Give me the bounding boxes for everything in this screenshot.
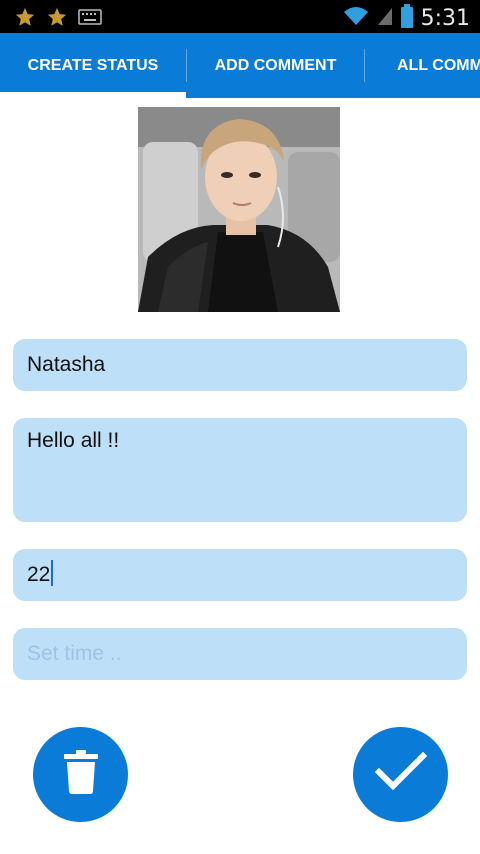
age-value: 22 — [27, 563, 51, 586]
status-value: Hello all !! — [27, 429, 120, 452]
delete-button[interactable] — [33, 727, 128, 822]
checkmark-icon — [374, 751, 427, 797]
notification-icons — [14, 6, 102, 33]
selected-tab-indicator — [0, 92, 186, 98]
age-field[interactable]: 22 — [13, 549, 467, 601]
status-bar: 5:31 — [0, 0, 480, 33]
time-placeholder: Set time .. — [27, 642, 122, 665]
battery-icon — [400, 4, 413, 33]
tab-bar: CREATE STATUS ADD COMMENT ALL COMMENTS — [0, 33, 480, 98]
name-value: Natasha — [27, 353, 106, 376]
signal-icon — [377, 6, 393, 31]
keyboard-icon — [78, 9, 102, 30]
tab-create-status[interactable]: CREATE STATUS — [0, 33, 186, 98]
clock-time: 5:31 — [420, 6, 470, 31]
star-icon — [14, 6, 36, 33]
system-icons: 5:31 — [343, 4, 470, 33]
confirm-button[interactable] — [353, 727, 448, 822]
time-field[interactable]: Set time .. — [13, 628, 467, 680]
trash-icon — [63, 750, 98, 799]
wifi-icon — [343, 5, 369, 32]
tab-add-comment[interactable]: ADD COMMENT — [187, 33, 364, 98]
name-field[interactable]: Natasha — [13, 339, 467, 391]
profile-photo[interactable] — [138, 107, 340, 312]
star-icon — [46, 6, 68, 33]
status-text-area[interactable]: Hello all !! — [13, 418, 467, 522]
text-cursor — [51, 560, 54, 587]
tab-all-comments[interactable]: ALL COMMENTS — [365, 33, 480, 98]
